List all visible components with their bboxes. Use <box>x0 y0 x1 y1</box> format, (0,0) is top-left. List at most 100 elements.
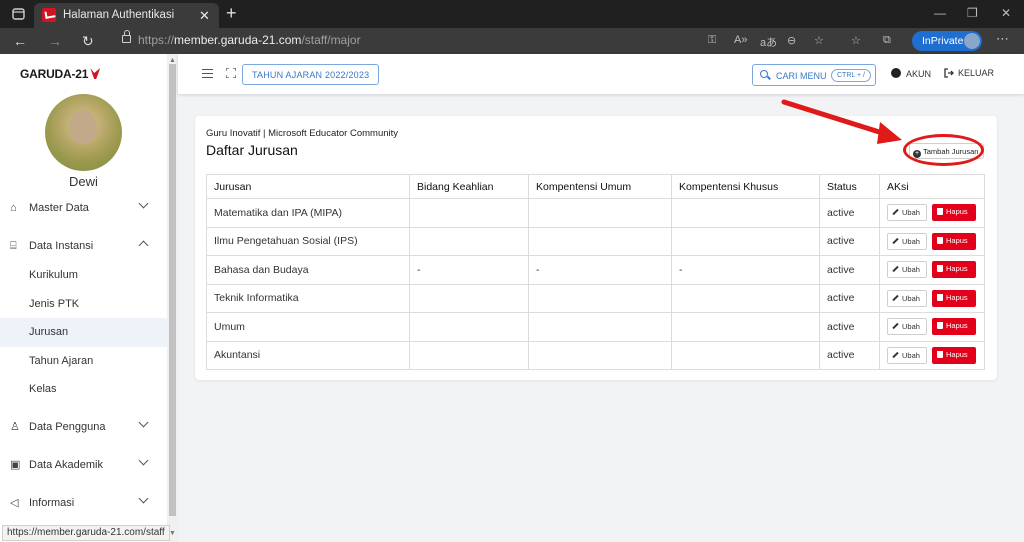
trash-icon <box>937 265 943 273</box>
sidebar-item-data-akademik[interactable]: ▣ Data Akademik <box>0 451 167 480</box>
table-row: Teknik Informatika active Ubah Hapus <box>206 283 985 313</box>
brand-logo[interactable]: GARUDA-21 <box>20 67 101 81</box>
column-header: Status <box>819 174 880 199</box>
chevron-up-icon <box>138 240 149 251</box>
edit-button[interactable]: Ubah <box>887 289 927 307</box>
actions-cell: Ubah Hapus <box>879 226 985 256</box>
row-actions: Ubah Hapus <box>887 204 977 222</box>
forward-icon[interactable]: → <box>48 33 62 49</box>
browser-tab-bar: Halaman Authentikasi ✕ + — ❐ ✕ <box>0 0 1024 28</box>
pencil-icon <box>892 294 899 301</box>
column-header: Bidang Keahlian <box>409 174 529 199</box>
translate-icon[interactable]: aあ <box>760 34 777 50</box>
edit-button[interactable]: Ubah <box>887 318 927 336</box>
sidebar-subitem-kelas[interactable]: Kelas <box>0 375 167 404</box>
sidebar-subitem-label: Jurusan <box>29 326 69 338</box>
logout-button[interactable]: KELUAR <box>944 68 994 78</box>
collections-icon[interactable]: ⧉ <box>883 34 891 47</box>
reload-icon[interactable]: ↻ <box>82 33 94 50</box>
kompetensi-khusus-cell <box>671 340 820 370</box>
edit-button[interactable]: Ubah <box>887 204 927 222</box>
restore-icon[interactable]: ❐ <box>967 6 978 20</box>
window-close-icon[interactable]: ✕ <box>1001 6 1011 20</box>
sidebar-item-master-data[interactable]: ⌂ Master Data <box>0 194 167 223</box>
key-icon[interactable]: ⚿ <box>708 34 716 47</box>
column-header: Jurusan <box>206 174 410 199</box>
jurusan-cell: Umum <box>206 312 410 342</box>
favorites-icon[interactable]: ☆ <box>851 34 861 47</box>
table-row: Matematika dan IPA (MIPA) active Ubah Hapus <box>206 198 985 228</box>
search-menu-button[interactable]: CARI MENU CTRL + / <box>752 64 876 86</box>
more-options-icon[interactable]: ⋯ <box>996 31 1009 47</box>
jurusan-cell: Teknik Informatika <box>206 283 410 313</box>
url-field[interactable]: https://member.garuda-21.com/staff/major <box>138 33 361 47</box>
delete-button[interactable]: Hapus <box>932 289 976 307</box>
sidebar-item-data-instansi[interactable]: ⌸ Data Instansi <box>0 232 167 261</box>
edit-label: Ubah <box>902 322 920 332</box>
chevron-down-icon <box>138 493 149 503</box>
card-subtitle: Guru Inovatif | Microsoft Educator Commu… <box>206 128 399 139</box>
sidebar-item-data-pengguna[interactable]: ♙ Data Pengguna <box>0 413 167 442</box>
jurusan-cell: Akuntansi <box>206 340 410 370</box>
sidebar-subitem-kurikulum[interactable]: Kurikulum <box>0 261 167 290</box>
sidebar-item-label: Data Instansi <box>29 240 94 252</box>
edit-label: Ubah <box>902 236 920 246</box>
sidebar-menu: ⌂ Master Data ⌸ Data Instansi Kurikulum … <box>0 194 167 518</box>
account-label: AKUN <box>906 69 932 79</box>
delete-button[interactable]: Hapus <box>932 232 976 250</box>
chevron-down-icon <box>138 455 149 465</box>
delete-button[interactable]: Hapus <box>932 261 976 279</box>
hamburger-menu-icon[interactable] <box>202 69 213 78</box>
scroll-down-arrow-icon[interactable]: ▼ <box>169 530 176 537</box>
delete-label: Hapus <box>946 264 968 274</box>
site-favicon-icon <box>42 8 56 22</box>
sidebar-subitem-jurusan[interactable]: Jurusan <box>0 318 167 347</box>
table-row: Akuntansi active Ubah Hapus <box>206 340 985 370</box>
logout-icon <box>944 68 954 78</box>
status-cell: active <box>819 340 880 370</box>
pencil-icon <box>892 266 899 273</box>
favorite-add-icon[interactable]: ☆ <box>814 34 824 47</box>
jurusan-table: Jurusan Bidang Keahlian Kompentensi Umum… <box>206 174 985 370</box>
user-icon: ♙ <box>10 420 20 433</box>
kompetensi-umum-cell <box>528 226 672 256</box>
zoom-icon[interactable]: ⊖ <box>787 34 796 47</box>
actions-cell: Ubah Hapus <box>879 283 985 313</box>
edit-button[interactable]: Ubah <box>887 346 927 364</box>
new-tab-icon[interactable]: + <box>226 3 237 24</box>
account-button[interactable]: AKUN <box>891 68 931 79</box>
column-header: Kompentensi Khusus <box>671 174 820 199</box>
chevron-down-icon <box>138 417 149 427</box>
sidebar-item-label: Data Pengguna <box>29 420 106 433</box>
fullscreen-icon[interactable] <box>226 68 236 78</box>
browser-tab-active[interactable]: Halaman Authentikasi ✕ <box>34 3 219 28</box>
sidebar-subitem-tahun-ajaran[interactable]: Tahun Ajaran <box>0 347 167 376</box>
top-navbar: TAHUN AJARAN 2022/2023 CARI MENU CTRL + … <box>178 54 1024 94</box>
status-cell: active <box>819 198 880 228</box>
scroll-up-arrow-icon[interactable]: ▲ <box>169 57 176 64</box>
trash-icon <box>937 350 943 358</box>
edit-label: Ubah <box>902 265 920 275</box>
pencil-icon <box>892 237 899 244</box>
table-row: Ilmu Pengetahuan Sosial (IPS) active Ubah H… <box>206 226 985 256</box>
delete-button[interactable]: Hapus <box>932 318 976 336</box>
delete-button[interactable]: Hapus <box>932 346 976 364</box>
tab-close-icon[interactable]: ✕ <box>199 8 210 24</box>
edit-button[interactable]: Ubah <box>887 232 927 250</box>
inprivate-badge[interactable]: InPrivate <box>912 31 982 51</box>
kompetensi-umum-cell <box>528 312 672 342</box>
garuda-logo-icon <box>90 68 101 79</box>
edit-button[interactable]: Ubah <box>887 261 927 279</box>
sidebar-scrollbar-thumb[interactable] <box>169 64 176 516</box>
academic-year-button[interactable]: TAHUN AJARAN 2022/2023 <box>242 64 380 85</box>
sidebar-subitem-jenis-ptk[interactable]: Jenis PTK <box>0 290 167 319</box>
delete-button[interactable]: Hapus <box>932 204 976 222</box>
back-icon[interactable]: ← <box>13 33 27 49</box>
trash-icon <box>937 236 943 244</box>
megaphone-icon: ◁ <box>10 496 19 509</box>
minimize-icon[interactable]: — <box>934 6 946 20</box>
read-aloud-icon[interactable]: A» <box>734 34 747 46</box>
table-row: Umum active Ubah Hapus <box>206 312 985 342</box>
sidebar-item-informasi[interactable]: ◁ Informasi <box>0 489 167 518</box>
window-menu-icon[interactable] <box>11 6 27 22</box>
